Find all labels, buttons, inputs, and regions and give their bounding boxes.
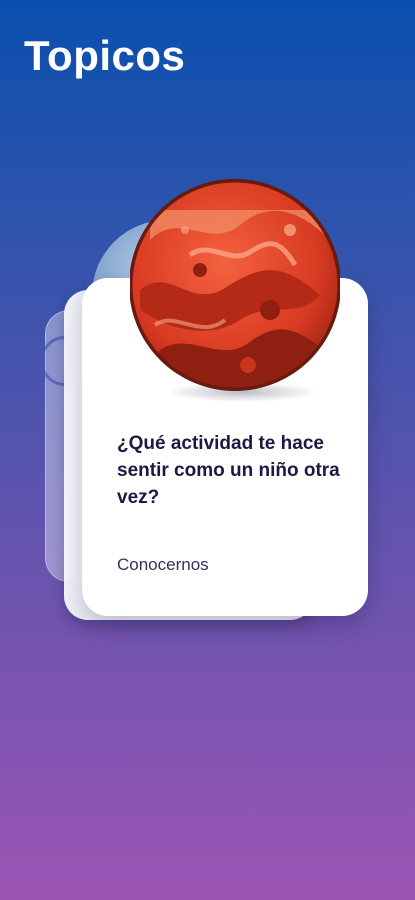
card-category: Conocernos — [117, 555, 209, 574]
card-question: ¿Qué actividad te hace sentir como un ni… — [117, 433, 340, 508]
planet-icon — [130, 170, 340, 402]
topic-card-deck[interactable]: ¿Qué actividad te hace sentir como un ni… — [0, 0, 415, 900]
